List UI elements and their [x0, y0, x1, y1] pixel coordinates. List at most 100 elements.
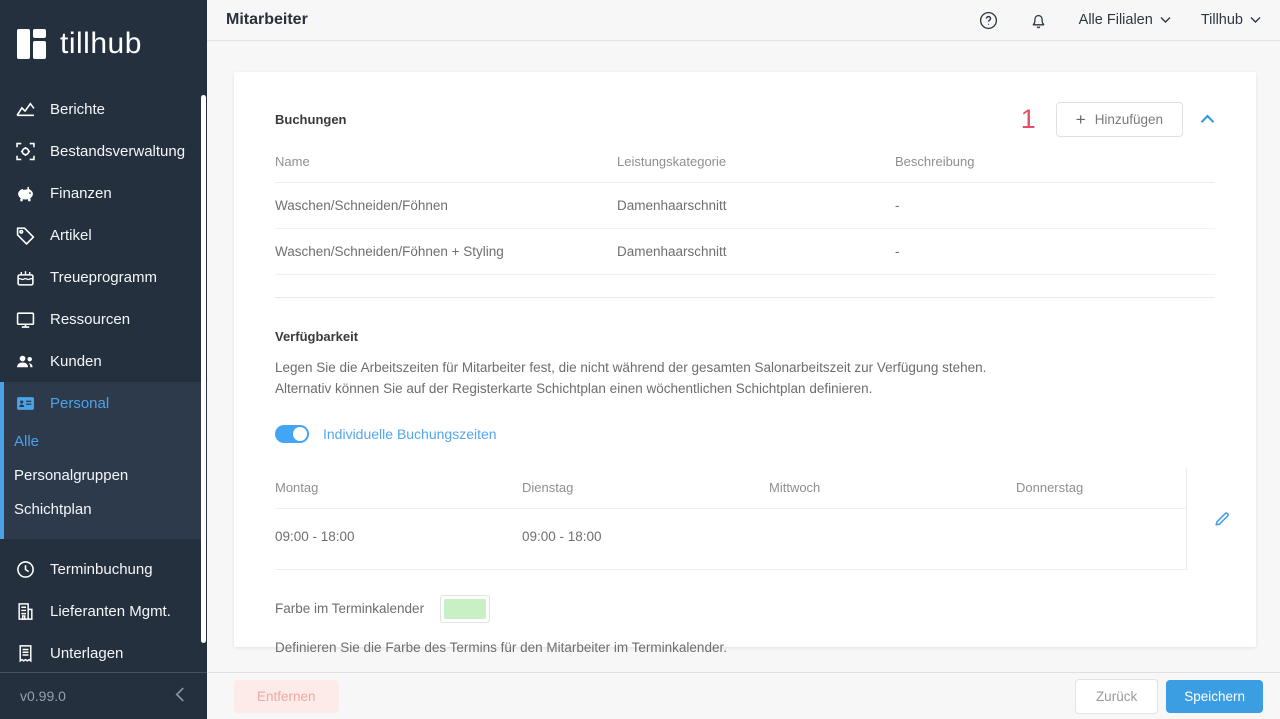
add-booking-button[interactable]: + Hinzufügen [1055, 101, 1183, 137]
page-title: Mitarbeiter [226, 11, 308, 28]
individual-booking-times-toggle[interactable] [275, 424, 309, 443]
chart-icon [16, 100, 35, 119]
booking-category: Damenhaarschnitt [617, 198, 727, 213]
booking-description: - [895, 198, 900, 213]
monitor-icon [16, 310, 35, 329]
sidebar-item-label: Ressourcen [50, 310, 131, 328]
collapse-section-button[interactable] [1200, 114, 1215, 124]
hours-mittwoch [769, 529, 1016, 544]
sidebar-group-personal: Personal Alle Personalgruppen Schichtpla… [0, 382, 207, 539]
sidebar-item-label: Personal [50, 394, 110, 412]
sidebar-item-unterlagen[interactable]: Unterlagen [0, 632, 207, 674]
bookings-table-header: Name Leistungskategorie Beschreibung [275, 142, 1215, 183]
chevron-down-icon [1160, 17, 1171, 23]
weekly-hours-table: Montag Dienstag Mittwoch Donnerstag 09:0… [275, 467, 1256, 570]
pencil-icon [1214, 512, 1229, 526]
sidebar-item-treueprogramm[interactable]: Treueprogramm [0, 256, 207, 298]
sidebar-subitem-personalgruppen[interactable]: Personalgruppen [4, 458, 207, 492]
sidebar-scrollbar[interactable] [201, 95, 206, 643]
sidebar-item-bestandsverwaltung[interactable]: Bestandsverwaltung [0, 130, 207, 172]
column-header-category: Leistungskategorie [617, 154, 727, 169]
bookings-heading: Buchungen [275, 111, 347, 127]
sidebar-subitem-label: Alle [14, 432, 40, 450]
table-row: 09:00 - 18:00 09:00 - 18:00 [275, 509, 1186, 570]
edit-hours-button[interactable] [1186, 467, 1256, 570]
sidebar-item-label: Unterlagen [50, 644, 124, 662]
sidebar-item-berichte[interactable]: Berichte [0, 88, 207, 130]
sidebar-nav: Berichte Bestandsverwaltung Finanzen Art… [0, 88, 207, 674]
weekly-hours-header: Montag Dienstag Mittwoch Donnerstag [275, 468, 1186, 509]
tillhub-logo[interactable]: tillhub [0, 0, 207, 88]
sidebar-item-personal[interactable]: Personal [4, 382, 207, 424]
availability-description-line2: Alternativ können Sie auf der Registerka… [275, 380, 873, 396]
bookings-table: Name Leistungskategorie Beschreibung Was… [275, 142, 1215, 275]
branch-selector[interactable]: Alle Filialen [1079, 12, 1171, 28]
sidebar-item-kunden[interactable]: Kunden [0, 340, 207, 382]
table-row[interactable]: Waschen/Schneiden/Föhnen Damenhaarschnit… [275, 183, 1215, 229]
loyalty-cake-icon [16, 268, 35, 287]
sidebar-item-artikel[interactable]: Artikel [0, 214, 207, 256]
tag-icon [16, 226, 35, 245]
sidebar-footer: v0.99.0 [0, 672, 207, 719]
section-divider [275, 297, 1215, 298]
calendar-color-label: Farbe im Terminkalender [275, 601, 425, 617]
add-booking-label: Hinzufügen [1094, 111, 1163, 127]
sidebar-item-label: Bestandsverwaltung [50, 142, 186, 160]
column-header-name: Name [275, 154, 310, 169]
availability-description: Legen Sie die Arbeitszeiten für Mitarbei… [275, 358, 1215, 400]
calendar-color-fill [444, 598, 487, 619]
branch-selector-label: Alle Filialen [1078, 12, 1153, 28]
calendar-color-description: Definieren Sie die Farbe des Termins für… [275, 639, 727, 655]
booking-category: Damenhaarschnitt [617, 244, 727, 259]
booking-name: Waschen/Schneiden/Föhnen + Styling [275, 244, 504, 259]
action-bar: Entfernen Zurück Speichern [207, 672, 1280, 719]
column-header-montag: Montag [275, 479, 319, 495]
sidebar-item-ressourcen[interactable]: Ressourcen [0, 298, 207, 340]
toggle-knob [293, 426, 307, 441]
column-header-donnerstag: Donnerstag [1016, 479, 1084, 495]
availability-heading: Verfügbarkeit [275, 329, 359, 344]
sidebar-item-label: Treueprogramm [50, 268, 157, 286]
plus-icon: + [1075, 109, 1086, 129]
sidebar-item-finanzen[interactable]: Finanzen [0, 172, 207, 214]
sidebar-item-label: Berichte [50, 100, 106, 118]
availability-description-line1: Legen Sie die Arbeitszeiten für Mitarbei… [275, 360, 987, 375]
piggy-bank-icon [16, 184, 35, 203]
sidebar-item-label: Artikel [50, 226, 92, 244]
account-selector-label: Tillhub [1200, 12, 1243, 28]
app-version: v0.99.0 [20, 688, 66, 704]
booking-description: - [895, 244, 900, 259]
column-header-dienstag: Dienstag [522, 479, 574, 495]
sidebar-subitem-label: Schichtplan [14, 500, 92, 518]
inventory-scan-icon [16, 142, 35, 161]
help-button[interactable] [979, 10, 999, 30]
chevron-down-icon [1250, 17, 1261, 23]
tillhub-logo-text: tillhub [60, 27, 142, 60]
sidebar-item-lieferanten[interactable]: Lieferanten Mgmt. [0, 590, 207, 632]
main-content: Buchungen 1 + Hinzufügen Name Leistungsk… [207, 41, 1280, 672]
notifications-bell-button[interactable] [1029, 10, 1049, 30]
column-header-description: Beschreibung [895, 154, 975, 169]
sidebar: tillhub Berichte Bestandsverwaltung Fina… [0, 0, 207, 719]
sidebar-item-label: Terminbuchung [50, 560, 153, 578]
document-icon [16, 644, 35, 663]
back-button[interactable]: Zurück [1074, 678, 1159, 714]
save-button[interactable]: Speichern [1166, 679, 1263, 713]
toggle-label: Individuelle Buchungszeiten [323, 425, 497, 442]
sidebar-subitem-alle[interactable]: Alle [4, 424, 207, 458]
sidebar-item-label: Finanzen [50, 184, 112, 202]
calendar-color-swatch[interactable] [440, 594, 491, 623]
sidebar-item-label: Kunden [50, 352, 102, 370]
id-card-icon [16, 394, 35, 413]
table-row[interactable]: Waschen/Schneiden/Föhnen + Styling Damen… [275, 229, 1215, 275]
sidebar-subitem-label: Personalgruppen [14, 466, 129, 484]
sidebar-item-terminbuchung[interactable]: Terminbuchung [0, 548, 207, 590]
sidebar-subitem-schichtplan[interactable]: Schichtplan [4, 492, 207, 526]
collapse-sidebar-button[interactable] [175, 687, 185, 705]
clock-icon [16, 560, 35, 579]
remove-button[interactable]: Entfernen [234, 679, 339, 713]
hours-montag: 09:00 - 18:00 [275, 528, 355, 544]
people-icon [16, 352, 35, 371]
hours-donnerstag [1016, 529, 1186, 544]
account-selector[interactable]: Tillhub [1201, 12, 1261, 28]
